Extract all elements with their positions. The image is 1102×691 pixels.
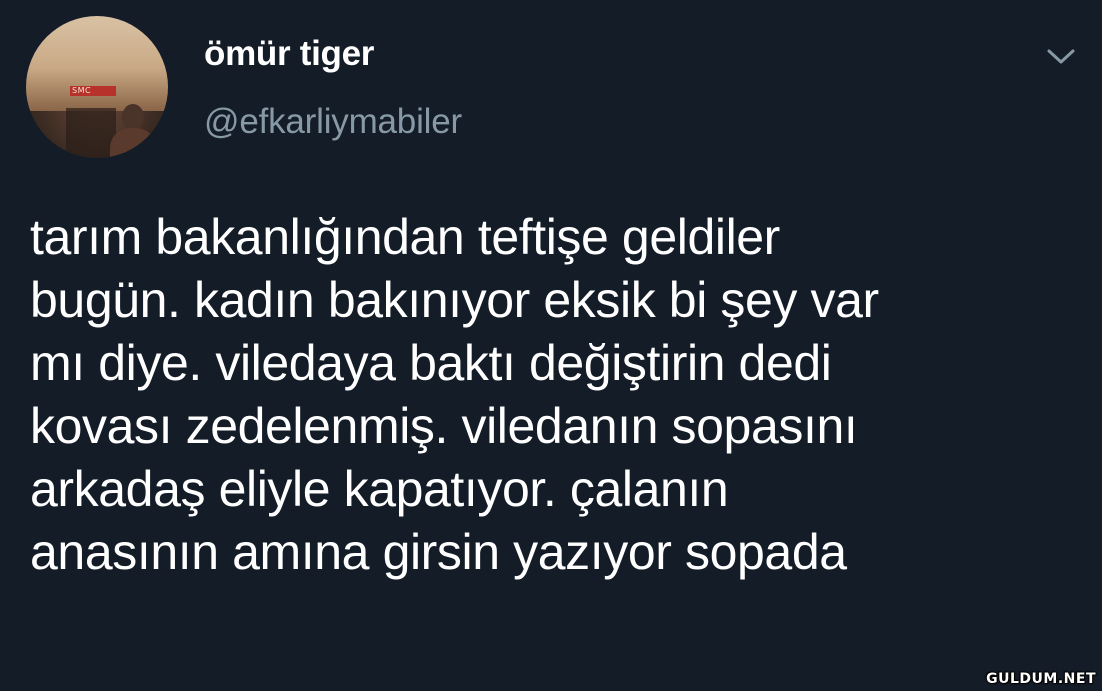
tweet-text-line: anasının amına girsin yazıyor sopada bbox=[30, 524, 847, 580]
tweet-header: SMC ömür tiger @efkarliymabiler bbox=[0, 0, 1102, 170]
watermark: GULDUM.NET bbox=[986, 671, 1096, 687]
display-name[interactable]: ömür tiger bbox=[204, 34, 374, 74]
tweet-card: SMC ömür tiger @efkarliymabiler tarım ba… bbox=[0, 0, 1102, 691]
avatar[interactable]: SMC bbox=[26, 16, 168, 158]
chevron-down-icon[interactable] bbox=[1044, 44, 1078, 68]
tweet-text-line: mı diye. viledaya baktı değiştirin dedi bbox=[30, 335, 832, 391]
avatar-person-head bbox=[122, 104, 144, 130]
avatar-person-body bbox=[110, 128, 156, 158]
avatar-sign-text: SMC bbox=[72, 86, 92, 95]
chevron-down-svg bbox=[1047, 49, 1075, 64]
avatar-door bbox=[66, 108, 116, 158]
tweet-text-line: arkadaş eliyle kapatıyor. çalanın bbox=[30, 461, 729, 517]
avatar-storefront bbox=[26, 16, 168, 111]
tweet-text-line: kovası zedelenmiş. viledanın sopasını bbox=[30, 398, 858, 454]
tweet-text-line: tarım bakanlığından teftişe geldiler bbox=[30, 209, 780, 265]
user-handle[interactable]: @efkarliymabiler bbox=[204, 102, 462, 142]
tweet-text-line: bugün. kadın bakınıyor eksik bi şey var bbox=[30, 272, 879, 328]
tweet-text: tarım bakanlığından teftişe geldiler bug… bbox=[30, 206, 1080, 584]
